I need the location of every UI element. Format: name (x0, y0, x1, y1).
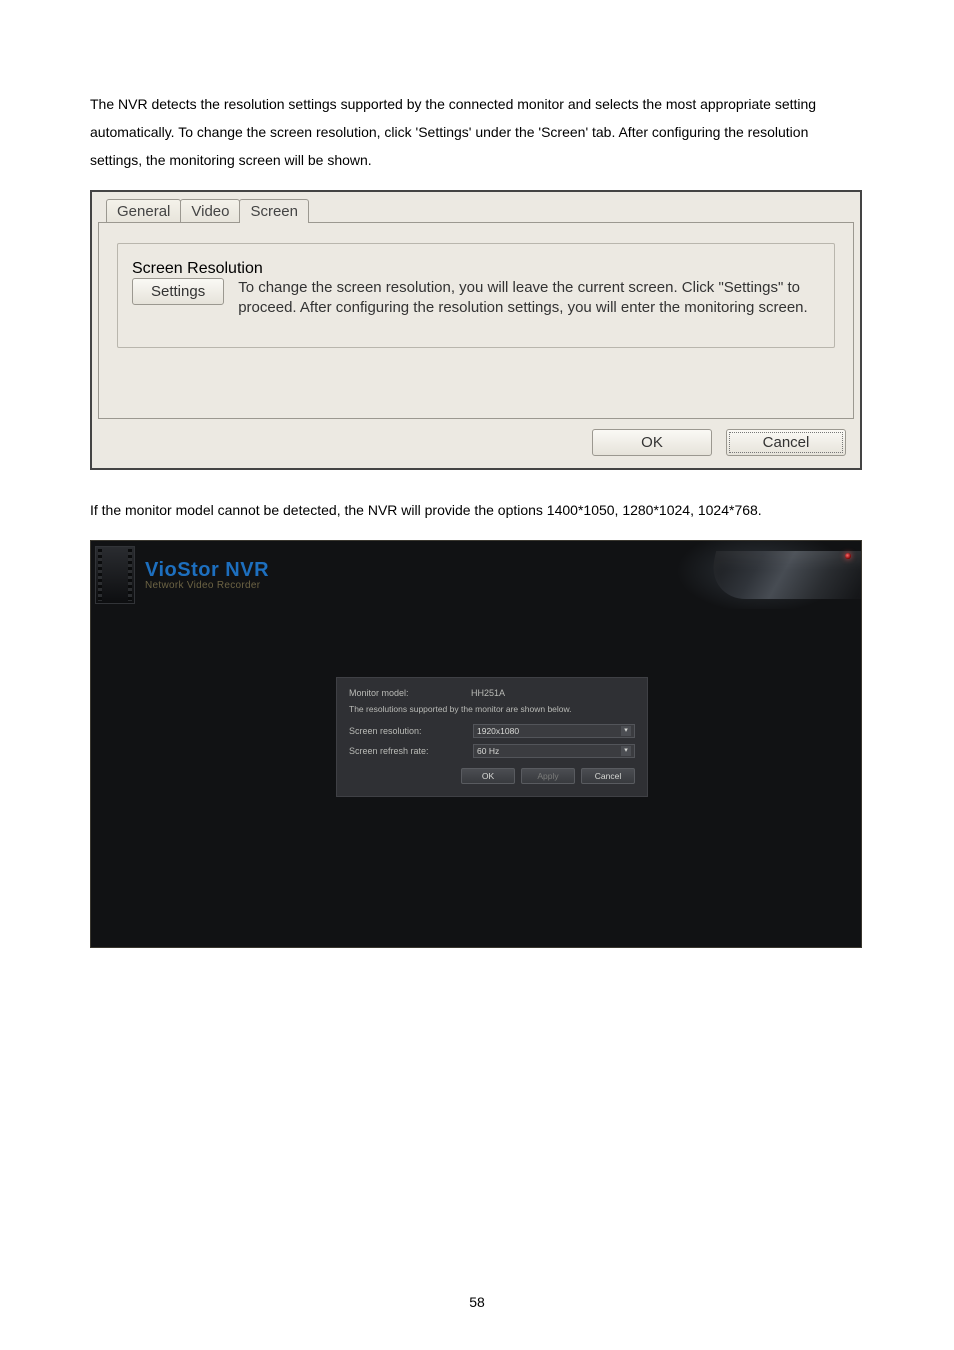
panel-apply-button[interactable]: Apply (521, 768, 575, 784)
refresh-rate-select[interactable]: 60 Hz ▾ (473, 744, 635, 758)
monitor-model-label: Monitor model: (349, 688, 471, 698)
supported-text: The resolutions supported by the monitor… (349, 704, 635, 714)
panel-cancel-button[interactable]: Cancel (581, 768, 635, 784)
camera-led-icon (845, 553, 851, 559)
settings-button[interactable]: Settings (132, 278, 224, 305)
intro-paragraph-2: If the monitor model cannot be detected,… (90, 496, 864, 524)
panel-ok-button[interactable]: OK (461, 768, 515, 784)
page-number: 58 (0, 1294, 954, 1310)
camera-decoration (641, 541, 861, 609)
monitor-model-value: HH251A (471, 688, 505, 698)
intro-paragraph-1: The NVR detects the resolution settings … (90, 90, 864, 174)
nvr-resolution-screenshot: VioStor NVR Network Video Recorder Monit… (90, 540, 862, 948)
settings-dialog-screenshot: General Video Screen Screen Resolution S… (90, 190, 862, 470)
settings-description: To change the screen resolution, you wil… (238, 278, 820, 317)
chevron-down-icon: ▾ (621, 726, 631, 736)
tab-video[interactable]: Video (180, 199, 240, 223)
resolution-panel: Monitor model: HH251A The resolutions su… (336, 677, 648, 797)
screen-resolution-label: Screen resolution: (349, 726, 471, 736)
cancel-button[interactable]: Cancel (726, 429, 846, 456)
screen-resolution-value: 1920x1080 (477, 726, 519, 736)
screen-resolution-select[interactable]: 1920x1080 ▾ (473, 724, 635, 738)
tab-general[interactable]: General (106, 199, 181, 223)
refresh-rate-value: 60 Hz (477, 746, 499, 756)
brand-subtitle: Network Video Recorder (145, 580, 269, 591)
chevron-down-icon: ▾ (621, 746, 631, 756)
group-title: Screen Resolution (132, 260, 263, 277)
tab-screen[interactable]: Screen (239, 199, 309, 223)
ok-button[interactable]: OK (592, 429, 712, 456)
brand-title: VioStor NVR (145, 560, 269, 580)
refresh-rate-label: Screen refresh rate: (349, 746, 471, 756)
film-thumbnail-icon (95, 546, 135, 604)
